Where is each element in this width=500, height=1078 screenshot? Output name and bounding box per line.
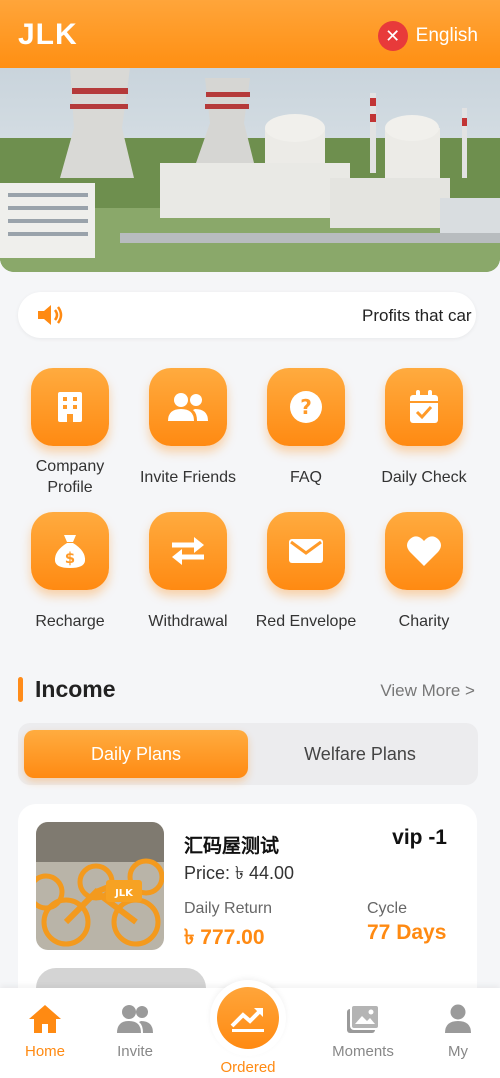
menu-label: Red Envelope	[255, 613, 357, 630]
view-more-link[interactable]: View More >	[380, 681, 475, 701]
bottom-tabbar: Home Invite Ordered Moments My	[0, 980, 500, 1078]
notice-bar[interactable]: Profits that car	[18, 292, 476, 338]
photos-icon	[347, 1004, 380, 1033]
language-flag-icon: ✕	[377, 21, 408, 51]
product-image-logo: JLK	[114, 888, 134, 899]
plan-name: 汇码屋测试	[184, 836, 280, 857]
menu-company-profile[interactable]: Company Profile	[11, 368, 129, 498]
exchange-icon	[149, 512, 227, 590]
title-accent-bar	[18, 677, 23, 702]
svg-text:?: ?	[300, 395, 312, 419]
menu-recharge[interactable]: $ Recharge	[11, 512, 129, 632]
notice-text: Profits that car	[362, 306, 472, 325]
daily-return-label: Daily Return	[184, 900, 273, 917]
cycle-label: Cycle	[367, 900, 408, 917]
tabbar-invite[interactable]: Invite	[95, 1004, 175, 1060]
vip-badge: vip -1	[392, 826, 447, 849]
user-icon	[445, 1004, 471, 1033]
users-icon	[117, 1005, 153, 1033]
tabbar-label: Moments	[332, 1043, 394, 1060]
plan-tabs: Daily Plans Welfare Plans	[18, 723, 478, 785]
tabbar-home[interactable]: Home	[5, 1004, 85, 1060]
building-icon	[31, 368, 109, 446]
menu-charity[interactable]: Charity	[365, 512, 483, 632]
brand-logo: JLK	[18, 18, 78, 51]
language-switcher[interactable]: ✕ English	[377, 21, 478, 51]
hero-banner[interactable]	[0, 68, 500, 272]
tabbar-label: Invite	[117, 1043, 153, 1060]
money-bag-icon: $	[31, 512, 109, 590]
product-image: JLK	[36, 822, 164, 950]
calendar-check-icon	[385, 368, 463, 446]
speaker-icon	[38, 305, 63, 325]
svg-text:$: $	[65, 549, 75, 567]
tabbar-label: My	[448, 1043, 468, 1060]
menu-label: FAQ	[289, 469, 322, 486]
menu-withdrawal[interactable]: Withdrawal	[129, 512, 247, 632]
menu-label: Recharge	[35, 613, 105, 630]
users-icon	[149, 368, 227, 446]
menu-label: Company Profile	[35, 458, 105, 496]
tabbar-my[interactable]: My	[418, 1004, 498, 1060]
cycle-value: 77 Days	[367, 921, 447, 944]
menu-label: Withdrawal	[148, 613, 228, 630]
app-header: JLK ✕ English	[0, 0, 500, 68]
tabbar-ordered-label[interactable]: Ordered	[198, 1059, 298, 1076]
income-title: Income	[35, 676, 116, 702]
menu-red-envelope[interactable]: Red Envelope	[247, 512, 365, 632]
trend-up-icon	[217, 987, 279, 1049]
question-icon: ?	[267, 368, 345, 446]
home-icon	[29, 1005, 61, 1033]
menu-label: Charity	[398, 613, 450, 630]
tab-welfare-plans[interactable]: Welfare Plans	[248, 730, 472, 778]
menu-daily-check[interactable]: Daily Check	[365, 368, 483, 488]
tab-daily-plans[interactable]: Daily Plans	[24, 730, 248, 778]
tabbar-label: Home	[24, 1043, 65, 1060]
income-section-title: Income	[18, 676, 116, 703]
plan-price: Price: ৳ 44.00	[184, 863, 295, 883]
tabbar-moments[interactable]: Moments	[323, 1004, 403, 1060]
menu-label: Daily Check	[381, 469, 467, 486]
tabbar-ordered[interactable]	[210, 980, 286, 1056]
heart-icon	[385, 512, 463, 590]
nuclear-plant-image	[0, 68, 500, 272]
envelope-icon	[267, 512, 345, 590]
menu-label: Invite Friends	[139, 469, 237, 486]
language-label: English	[415, 25, 478, 46]
daily-return-value: ৳ 777.00	[184, 926, 265, 949]
menu-faq[interactable]: ? FAQ	[247, 368, 365, 488]
menu-invite-friends[interactable]: Invite Friends	[129, 368, 247, 488]
